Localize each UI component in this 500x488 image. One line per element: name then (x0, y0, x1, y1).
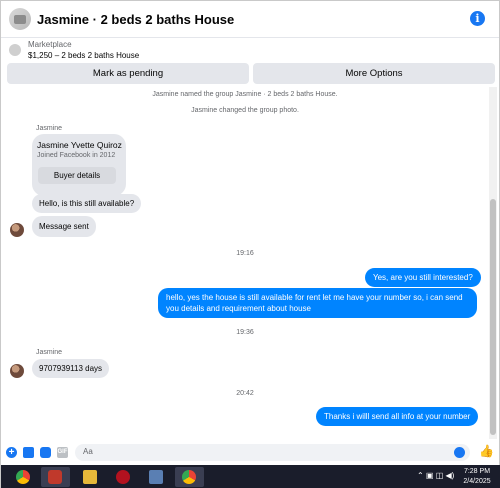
info-icon[interactable]: i (470, 11, 485, 26)
outgoing-message-line: you details and requirement about house (166, 304, 311, 313)
clock-time: 7:28 PM (463, 468, 491, 475)
outgoing-message: Yes, are you still interested? (365, 268, 481, 287)
sticker-icon[interactable] (40, 447, 51, 458)
file-explorer-icon[interactable] (76, 467, 105, 487)
marketplace-icon (9, 44, 21, 56)
system-message: Jasmine named the group Jasmine · 2 beds… (152, 91, 338, 98)
sender-avatar[interactable] (10, 364, 24, 378)
marketplace-label: Marketplace (28, 40, 72, 49)
profile-joined: Joined Facebook in 2012 (37, 152, 116, 159)
buyer-details-button[interactable]: Buyer details (38, 167, 116, 184)
mark-pending-button[interactable]: Mark as pending (7, 63, 249, 84)
scrollbar-thumb[interactable] (490, 199, 496, 435)
system-message: Jasmine changed the group photo. (191, 107, 299, 114)
marketplace-bar[interactable]: Marketplace $1,250 – 2 beds 2 baths Hous… (1, 39, 499, 63)
emoji-icon[interactable] (454, 447, 465, 458)
message-list: Jasmine named the group Jasmine · 2 beds… (1, 87, 489, 439)
photo-icon[interactable] (23, 447, 34, 458)
thumbs-up-icon[interactable]: 👍 (479, 445, 494, 458)
incoming-message: Hello, is this still available? (32, 194, 142, 213)
outgoing-message: Thanks i willl send all info at your num… (316, 407, 479, 426)
group-avatar[interactable] (9, 8, 31, 30)
message-input[interactable]: Aa (75, 444, 470, 461)
clock-date: 2/4/2025 (463, 478, 491, 485)
sender-name: Jasmine (36, 125, 63, 132)
listing-actions: Mark as pending More Options (7, 63, 495, 84)
timestamp: 20:42 (236, 390, 254, 397)
timestamp: 19:16 (236, 250, 254, 257)
system-tray-icons[interactable]: ⌃ ▣ ◫ ◀) (417, 471, 454, 480)
gif-icon[interactable]: GIF (57, 447, 68, 458)
timestamp: 19:36 (236, 329, 254, 336)
outgoing-message: hello, yes the house is still available … (158, 288, 477, 318)
chrome-icon-active[interactable] (175, 467, 204, 487)
app-icon-red[interactable] (41, 467, 70, 487)
taskbar-clock[interactable]: 7:28 PM 2/4/2025 (459, 467, 495, 487)
message-input-placeholder: Aa (83, 447, 93, 456)
chrome-icon[interactable] (9, 467, 38, 487)
incoming-message: 9707939113 days (32, 359, 110, 378)
antivirus-icon[interactable] (109, 467, 138, 487)
sender-name: Jasmine (36, 349, 63, 356)
chat-header: Jasmine · 2 beds 2 baths House i (1, 1, 499, 38)
incoming-message: Message sent (32, 216, 96, 237)
chat-title[interactable]: Jasmine · 2 beds 2 baths House (37, 12, 234, 27)
profile-name: Jasmine Yvette Quiroz (37, 140, 122, 150)
profile-card: Jasmine Yvette Quiroz Joined Facebook in… (32, 134, 126, 196)
messenger-window: Jasmine · 2 beds 2 baths House i Marketp… (0, 0, 500, 488)
more-options-button[interactable]: More Options (253, 63, 495, 84)
windows-taskbar: ⌃ ▣ ◫ ◀) 7:28 PM 2/4/2025 (1, 465, 500, 488)
sender-avatar[interactable] (10, 223, 24, 237)
computer-icon[interactable] (142, 467, 171, 487)
plus-icon[interactable]: + (6, 447, 17, 458)
composer-bar: + GIF Aa 👍 (1, 441, 499, 463)
listing-title[interactable]: $1,250 – 2 beds 2 baths House (28, 51, 139, 60)
chat-scrollbar[interactable] (489, 87, 497, 439)
outgoing-message-line: hello, yes the house is still available … (166, 293, 463, 302)
